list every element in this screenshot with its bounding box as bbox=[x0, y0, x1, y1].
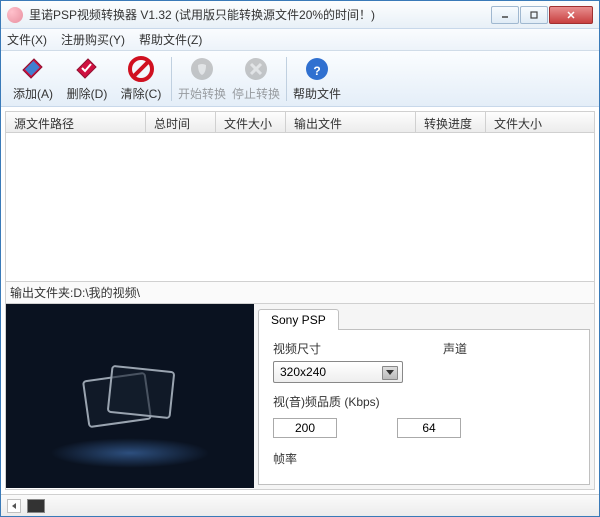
screen-icon bbox=[27, 499, 45, 513]
svg-text:?: ? bbox=[313, 64, 320, 78]
preview-glow bbox=[50, 438, 210, 468]
bitrate-label: 视(音)频品质 (Kbps) bbox=[273, 393, 575, 410]
col-totaltime[interactable]: 总时间 bbox=[146, 112, 216, 132]
maximize-button[interactable] bbox=[520, 6, 548, 24]
stop-button: 停止转换 bbox=[230, 53, 282, 105]
videosize-combo[interactable]: 320x240 bbox=[273, 361, 403, 383]
stop-label: 停止转换 bbox=[232, 85, 280, 102]
videosize-value: 320x240 bbox=[280, 365, 326, 379]
start-button: 开始转换 bbox=[176, 53, 228, 105]
output-folder-label: 输出文件夹: bbox=[10, 284, 73, 301]
app-window: 里诺PSP视频转换器 V1.32 (试用版只能转换源文件20%的时间！) 文件(… bbox=[0, 0, 600, 517]
col-progress[interactable]: 转换进度 bbox=[416, 112, 486, 132]
help-icon: ? bbox=[303, 55, 331, 83]
videosize-label: 视频尺寸 bbox=[273, 340, 403, 357]
add-button[interactable]: 添加(A) bbox=[7, 53, 59, 105]
chevron-down-icon bbox=[386, 370, 394, 375]
framerate-label: 帧率 bbox=[273, 450, 575, 467]
film-icon bbox=[85, 364, 175, 428]
col-output[interactable]: 输出文件 bbox=[286, 112, 416, 132]
menu-help[interactable]: 帮助文件(Z) bbox=[139, 31, 202, 48]
window-title: 里诺PSP视频转换器 V1.32 (试用版只能转换源文件20%的时间！) bbox=[29, 6, 491, 23]
clear-button[interactable]: 清除(C) bbox=[115, 53, 167, 105]
close-button[interactable] bbox=[549, 6, 593, 24]
app-icon bbox=[7, 7, 23, 23]
col-filesize[interactable]: 文件大小 bbox=[216, 112, 286, 132]
col-srcpath[interactable]: 源文件路径 bbox=[6, 112, 146, 132]
preview-panel bbox=[6, 304, 254, 488]
add-label: 添加(A) bbox=[13, 85, 53, 102]
file-list[interactable] bbox=[5, 133, 595, 282]
settings-panel: Sony PSP 视频尺寸 320x240 声道 bbox=[254, 304, 594, 489]
toolbar-separator bbox=[171, 57, 172, 101]
clear-label: 清除(C) bbox=[121, 85, 162, 102]
tab-body: 视频尺寸 320x240 声道 视(音)频品质 (Kbps) bbox=[258, 329, 590, 485]
tab-sony-psp[interactable]: Sony PSP bbox=[258, 309, 339, 330]
add-icon bbox=[19, 55, 47, 83]
titlebar: 里诺PSP视频转换器 V1.32 (试用版只能转换源文件20%的时间！) bbox=[1, 1, 599, 29]
list-header: 源文件路径 总时间 文件大小 输出文件 转换进度 文件大小 bbox=[5, 111, 595, 133]
window-controls bbox=[491, 6, 593, 24]
menu-file[interactable]: 文件(X) bbox=[7, 31, 47, 48]
col-outsize[interactable]: 文件大小 bbox=[486, 112, 594, 132]
delete-icon bbox=[73, 55, 101, 83]
menu-register[interactable]: 注册购买(Y) bbox=[61, 31, 125, 48]
clear-icon bbox=[127, 55, 155, 83]
channel-label: 声道 bbox=[443, 340, 467, 357]
delete-button[interactable]: 删除(D) bbox=[61, 53, 113, 105]
toolbar: 添加(A) 删除(D) 清除(C) 开始转换 停止转换 ? 帮助文件 bbox=[1, 51, 599, 107]
menubar: 文件(X) 注册购买(Y) 帮助文件(Z) bbox=[1, 29, 599, 51]
start-label: 开始转换 bbox=[178, 85, 226, 102]
help-button[interactable]: ? 帮助文件 bbox=[291, 53, 343, 105]
toolbar-separator bbox=[286, 57, 287, 101]
video-bitrate-input[interactable] bbox=[273, 418, 337, 438]
minimize-button[interactable] bbox=[491, 6, 519, 24]
delete-label: 删除(D) bbox=[67, 85, 108, 102]
output-folder-value[interactable]: D:\我的视频\ bbox=[73, 284, 140, 301]
statusbar bbox=[1, 494, 599, 516]
bottom-panel: Sony PSP 视频尺寸 320x240 声道 bbox=[5, 304, 595, 490]
stop-icon bbox=[242, 55, 270, 83]
start-icon bbox=[188, 55, 216, 83]
help-label: 帮助文件 bbox=[293, 85, 341, 102]
content-area: 源文件路径 总时间 文件大小 输出文件 转换进度 文件大小 输出文件夹: D:\… bbox=[1, 107, 599, 494]
prev-button[interactable] bbox=[7, 499, 21, 513]
audio-bitrate-input[interactable] bbox=[397, 418, 461, 438]
output-folder-row: 输出文件夹: D:\我的视频\ bbox=[5, 282, 595, 304]
